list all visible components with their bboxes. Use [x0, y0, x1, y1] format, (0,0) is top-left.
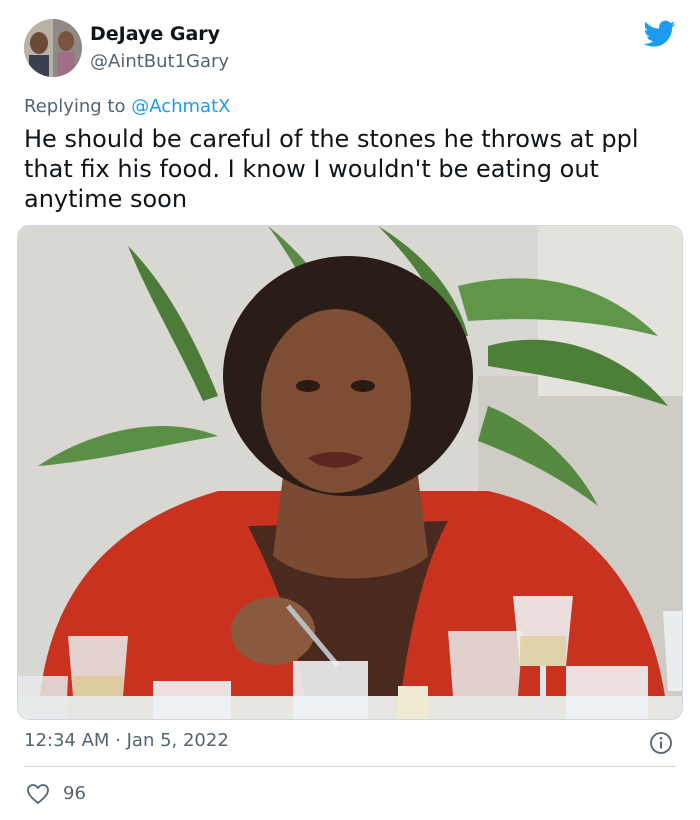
avatar[interactable]: [24, 19, 82, 77]
tweet-text: He should be careful of the stones he th…: [24, 125, 639, 213]
tweet-card: DeJaye Gary @AintBut1Gary Replying to @A…: [0, 0, 700, 820]
replying-to: Replying to @AchmatX: [24, 96, 230, 117]
author-handle[interactable]: @AintBut1Gary: [90, 51, 229, 72]
info-icon[interactable]: [649, 731, 673, 755]
reply-mention-link[interactable]: @AchmatX: [131, 96, 230, 117]
twitter-bird-icon[interactable]: [643, 20, 676, 48]
like-count: 96: [63, 783, 86, 804]
author-display-name[interactable]: DeJaye Gary: [90, 23, 220, 45]
tweet-timestamp[interactable]: 12:34 AM · Jan 5, 2022: [24, 730, 229, 751]
heart-icon[interactable]: [26, 783, 50, 805]
replying-prefix: Replying to: [24, 96, 132, 117]
tweet-photo[interactable]: [17, 225, 683, 720]
divider: [24, 766, 676, 767]
